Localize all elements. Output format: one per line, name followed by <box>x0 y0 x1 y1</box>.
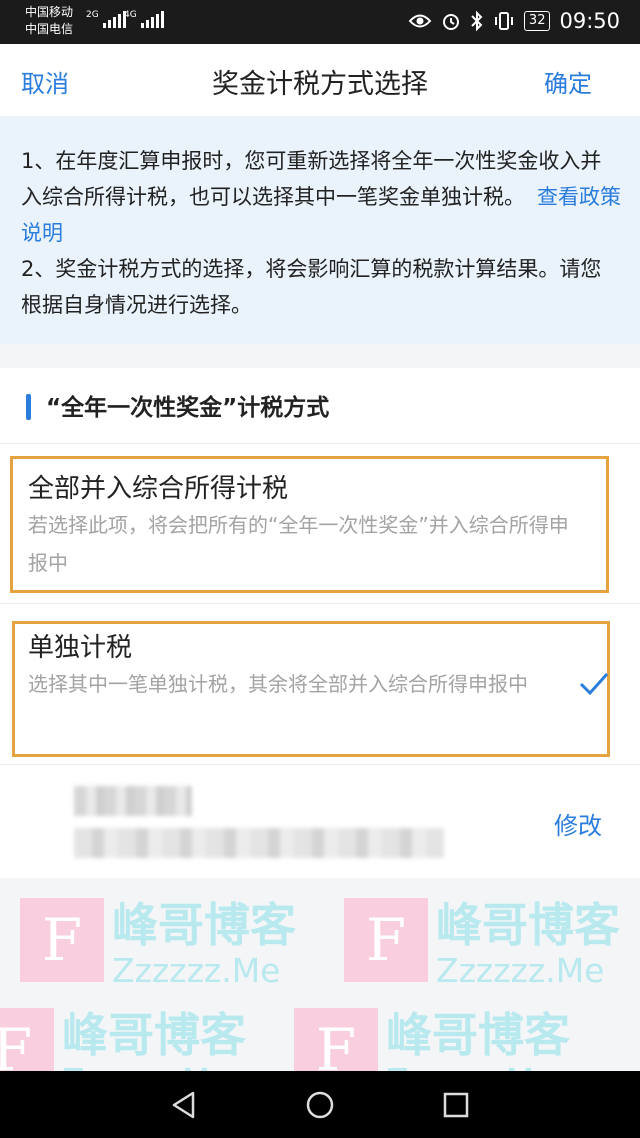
watermark-cn: 峰哥博客 <box>62 1008 246 1062</box>
watermark-logo-icon: F <box>344 898 428 982</box>
carrier-2: 中国电信 <box>25 22 74 36</box>
option-description: 若选择此项，将会把所有的“全年一次性奖金”并入综合所得申报中 <box>28 513 569 575</box>
battery-indicator: 32 <box>523 11 551 31</box>
watermark-en: Zzzzzz.Me <box>386 1062 570 1072</box>
carrier-1: 中国移动 <box>25 5 74 19</box>
watermark-en: Zzzzzz.Me <box>62 1062 246 1072</box>
nav-bar: 取消 奖金计税方式选择 确定 <box>0 44 640 116</box>
signal-2-icon: 4G <box>124 10 164 28</box>
watermark-cn: 峰哥博客 <box>112 898 296 952</box>
confirm-button[interactable]: 确定 <box>544 64 592 99</box>
status-right-group: 32 09:50 <box>408 9 620 33</box>
watermark-logo-icon: F <box>294 1008 378 1071</box>
carrier-labels: 中国移动 中国电信 <box>25 4 73 38</box>
vibrate-icon <box>494 12 513 30</box>
watermark: F 峰哥博客Zzzzzz.Me <box>0 1008 246 1071</box>
signal-1-icon: 2G <box>86 10 126 28</box>
section-title: “全年一次性奖金”计税方式 <box>46 395 330 421</box>
notice-panel: 1、在年度汇算申报时，您可重新选择将全年一次性奖金收入并入综合所得计税，也可以选… <box>0 116 640 344</box>
network-type-2: 4G <box>124 10 137 20</box>
option-title: 单独计税 <box>28 633 133 663</box>
watermark-cn: 峰哥博客 <box>386 1008 570 1062</box>
edit-button[interactable]: 修改 <box>554 806 602 841</box>
redacted-name <box>74 786 192 816</box>
option-title: 全部并入综合所得计税 <box>28 474 289 504</box>
status-bar: 中国移动 中国电信 2G 4G 32 09:50 <box>0 0 640 44</box>
home-icon[interactable] <box>304 1089 336 1121</box>
bluetooth-icon <box>471 10 483 32</box>
system-nav-bar <box>0 1071 640 1138</box>
watermark: F 峰哥博客Zzzzzz.Me <box>294 1008 570 1071</box>
section-divider <box>0 344 640 368</box>
notice-line-1: 1、在年度汇算申报时，您可重新选择将全年一次性奖金收入并入综合所得计税，也可以选… <box>21 143 622 251</box>
section-header: “全年一次性奖金”计税方式 <box>0 368 640 444</box>
notice-text-1: 1、在年度汇算申报时，您可重新选择将全年一次性奖金收入并入综合所得计税，也可以选… <box>21 149 602 209</box>
bonus-record-row: 修改 <box>0 766 640 878</box>
watermark-logo-icon: F <box>20 898 104 982</box>
recent-apps-icon[interactable] <box>440 1089 472 1121</box>
network-type-1: 2G <box>86 10 99 20</box>
clock: 09:50 <box>559 9 620 33</box>
back-icon[interactable] <box>168 1089 200 1121</box>
option-merge-all[interactable]: 全部并入综合所得计税 若选择此项，将会把所有的“全年一次性奖金”并入综合所得申报… <box>0 444 640 604</box>
checkmark-icon <box>579 672 609 696</box>
alarm-icon <box>442 14 459 30</box>
notice-line-2: 2、奖金计税方式的选择，将会影响汇算的税款计算结果。请您根据自身情况进行选择。 <box>21 257 602 317</box>
watermark-area: F 峰哥博客Zzzzzz.Me F 峰哥博客Zzzzzz.Me F 峰哥博客Zz… <box>0 878 640 1071</box>
watermark-cn: 峰哥博客 <box>436 898 620 952</box>
watermark-en: Zzzzzz.Me <box>436 951 605 990</box>
option-description: 选择其中一笔单独计税，其余将全部并入综合所得申报中 <box>28 672 528 696</box>
watermark: F 峰哥博客Zzzzzz.Me <box>20 898 296 990</box>
watermark-en: Zzzzzz.Me <box>112 951 281 990</box>
redacted-detail <box>74 828 444 858</box>
eye-icon <box>408 14 432 28</box>
watermark-logo-icon: F <box>0 1008 54 1071</box>
watermark: F 峰哥博客Zzzzzz.Me <box>344 898 620 990</box>
section-accent-bar <box>26 394 31 420</box>
option-separate-tax[interactable]: 单独计税 选择其中一笔单独计税，其余将全部并入综合所得申报中 <box>0 605 640 765</box>
